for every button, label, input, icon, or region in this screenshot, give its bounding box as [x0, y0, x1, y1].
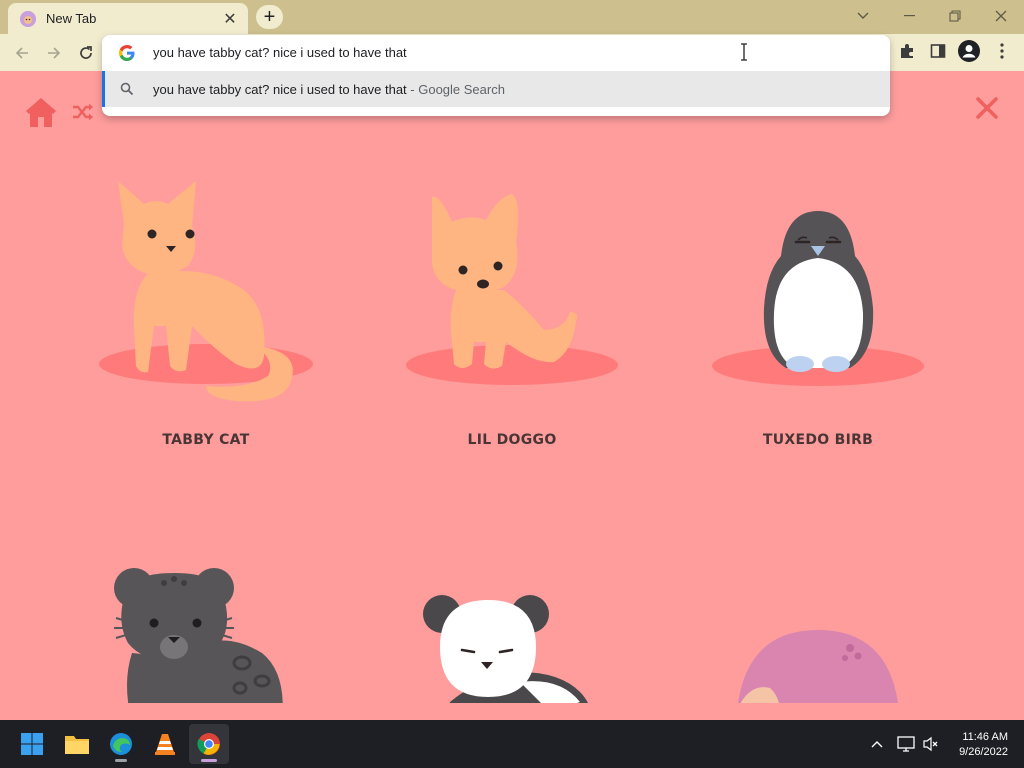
clock-date: 9/26/2022	[959, 746, 1008, 758]
google-g-icon	[118, 44, 136, 62]
text-cursor-icon	[740, 43, 748, 61]
tab-close-icon[interactable]: ✕	[222, 9, 238, 29]
pet-card-panda[interactable]	[420, 592, 600, 703]
shuffle-icon[interactable]	[72, 102, 94, 122]
tab-favicon-icon	[20, 10, 36, 27]
edge-button[interactable]	[101, 724, 141, 764]
vlc-cone-icon	[155, 734, 175, 755]
lil-doggo-illustration	[406, 194, 618, 385]
search-icon	[120, 82, 134, 96]
panda-illustration	[423, 595, 588, 703]
file-explorer-button[interactable]	[57, 724, 97, 764]
pet-label-lil-doggo[interactable]: LIL DOGGO	[412, 432, 612, 448]
omnibox-dropdown: you have tabby cat? nice i used to have …	[102, 35, 890, 116]
minimize-button[interactable]	[894, 4, 924, 28]
pet-card-tuxedo-birb[interactable]	[710, 208, 926, 397]
windows-logo-icon	[21, 733, 43, 755]
reload-button[interactable]	[73, 40, 99, 66]
edge-running-indicator	[115, 759, 127, 762]
pet-card-lil-doggo[interactable]	[404, 192, 620, 397]
chevron-up-icon[interactable]	[870, 736, 888, 752]
leopard-illustration	[114, 568, 283, 703]
vlc-button[interactable]	[145, 724, 185, 764]
windows-start-button[interactable]	[12, 724, 52, 764]
side-panel-icon[interactable]	[927, 40, 949, 62]
tab-title: New Tab	[46, 11, 97, 26]
close-icon[interactable]	[975, 96, 999, 120]
hedgehog-illustration	[738, 630, 898, 703]
tab-search-dropdown-icon[interactable]	[848, 4, 878, 28]
profile-avatar-icon[interactable]	[958, 40, 980, 62]
restore-button[interactable]	[940, 4, 970, 28]
extensions-icon[interactable]	[896, 40, 918, 62]
chrome-icon	[197, 733, 220, 755]
close-window-button[interactable]	[986, 4, 1016, 28]
tuxedo-birb-illustration	[712, 211, 924, 386]
network-icon[interactable]	[897, 736, 915, 752]
chrome-button[interactable]	[189, 724, 229, 764]
home-icon[interactable]	[24, 95, 58, 129]
clock-time: 11:46 AM	[962, 731, 1008, 743]
tab-new-tab[interactable]: New Tab ✕	[8, 3, 248, 34]
pet-label-tuxedo-birb[interactable]: TUXEDO BIRB	[718, 432, 918, 448]
tab-strip: New Tab ✕ +	[0, 0, 1024, 34]
omnibox-suggestion[interactable]: you have tabby cat? nice i used to have …	[102, 71, 890, 107]
new-tab-button[interactable]: +	[256, 5, 283, 29]
more-menu-icon[interactable]	[991, 40, 1013, 62]
forward-button[interactable]	[41, 40, 67, 66]
system-clock[interactable]: 11:46 AM 9/26/2022	[959, 730, 1008, 760]
pet-label-tabby-cat[interactable]: TABBY CAT	[106, 432, 306, 448]
volume-muted-icon[interactable]	[922, 736, 940, 752]
folder-icon	[65, 736, 89, 754]
omnibox-input[interactable]: you have tabby cat? nice i used to have …	[102, 35, 890, 71]
selection-indicator	[102, 71, 105, 107]
suggestion-suffix: - Google Search	[406, 82, 505, 97]
omnibox-text[interactable]: you have tabby cat? nice i used to have …	[153, 45, 407, 60]
edge-icon	[110, 733, 132, 755]
chrome-active-indicator	[201, 759, 217, 762]
suggestion-query: you have tabby cat? nice i used to have …	[153, 82, 407, 97]
tabby-cat-illustration	[99, 181, 313, 402]
suggestion-text: you have tabby cat? nice i used to have …	[153, 82, 505, 97]
pet-card-tabby-cat[interactable]	[96, 176, 326, 421]
pet-card-leopard[interactable]	[112, 563, 292, 703]
back-button[interactable]	[9, 40, 35, 66]
pet-card-hedgehog[interactable]	[730, 628, 910, 703]
